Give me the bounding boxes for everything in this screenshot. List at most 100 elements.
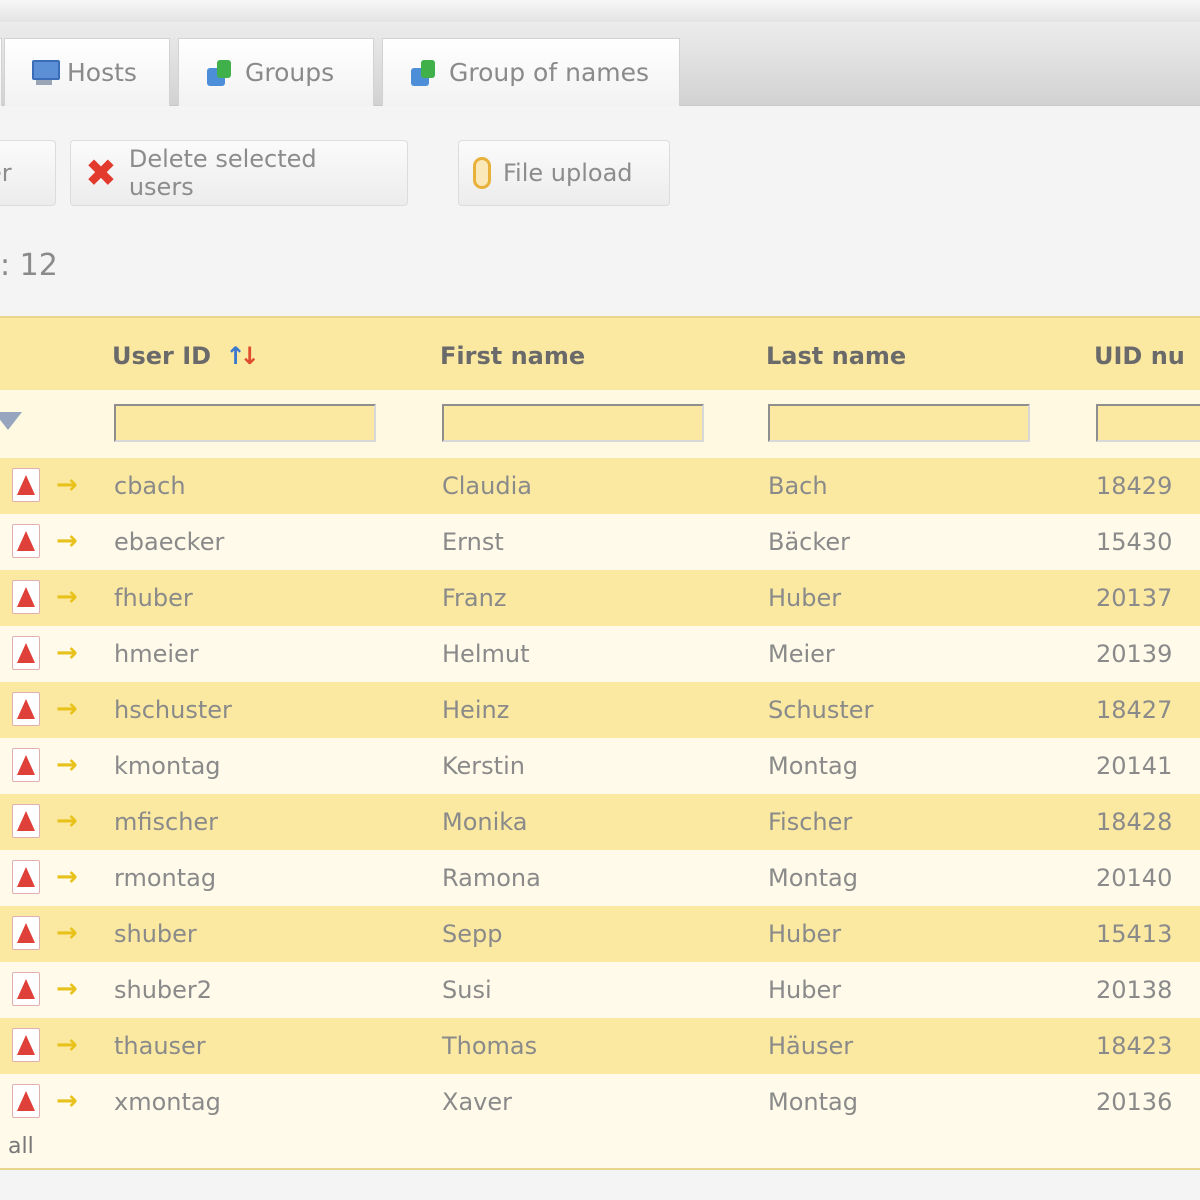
arrow-right-icon[interactable]: → — [56, 526, 78, 556]
table-header: User ID ↑↓ First name Last name UID nu — [0, 318, 1200, 390]
cell-uid-number: 20138 — [1096, 976, 1173, 1004]
pdf-icon[interactable] — [12, 1084, 40, 1118]
cell-uid-number: 20139 — [1096, 640, 1173, 668]
cell-uid-number: 20141 — [1096, 752, 1173, 780]
column-header-user-id[interactable]: User ID ↑↓ — [112, 342, 260, 370]
user-count: : 12 — [0, 248, 58, 283]
arrow-right-icon[interactable]: → — [56, 470, 78, 500]
pdf-icon[interactable] — [12, 1028, 40, 1062]
cell-first-name: Monika — [442, 808, 528, 836]
arrow-right-icon[interactable]: → — [56, 974, 78, 1004]
group-icon — [205, 58, 235, 88]
table-row[interactable]: → hschuster Heinz Schuster 18427 — [0, 682, 1200, 738]
filter-user-id-input[interactable] — [114, 404, 376, 442]
file-upload-label: File upload — [503, 159, 633, 187]
cell-first-name: Franz — [442, 584, 507, 612]
users-table: User ID ↑↓ First name Last name UID nu →… — [0, 316, 1200, 1170]
pdf-icon[interactable] — [12, 748, 40, 782]
table-row[interactable]: → rmontag Ramona Montag 20140 — [0, 850, 1200, 906]
cell-user-id: shuber — [114, 920, 197, 948]
table-row[interactable]: → fhuber Franz Huber 20137 — [0, 570, 1200, 626]
table-row[interactable]: → thauser Thomas Häuser 18423 — [0, 1018, 1200, 1074]
filter-row — [0, 390, 1200, 458]
cell-uid-number: 18423 — [1096, 1032, 1173, 1060]
delete-icon: ✖ — [85, 151, 117, 195]
cell-first-name: Claudia — [442, 472, 532, 500]
cell-last-name: Fischer — [768, 808, 853, 836]
tab-groups-label: Groups — [245, 58, 335, 87]
filter-last-name-input[interactable] — [768, 404, 1030, 442]
group-icon — [409, 58, 439, 88]
cell-user-id: cbach — [114, 472, 186, 500]
cell-first-name: Ernst — [442, 528, 504, 556]
pdf-icon[interactable] — [12, 636, 40, 670]
cell-user-id: rmontag — [114, 864, 217, 892]
column-header-first-name[interactable]: First name — [440, 342, 585, 370]
file-upload-button[interactable]: File upload — [458, 140, 670, 206]
partial-button-label: er — [0, 159, 12, 187]
pdf-icon[interactable] — [12, 804, 40, 838]
cell-first-name: Thomas — [442, 1032, 538, 1060]
arrow-right-icon[interactable]: → — [56, 638, 78, 668]
table-row[interactable]: → shuber Sepp Huber 15413 — [0, 906, 1200, 962]
cell-last-name: Bach — [768, 472, 828, 500]
cell-uid-number: 15413 — [1096, 920, 1173, 948]
cell-user-id: kmontag — [114, 752, 221, 780]
cell-user-id: hmeier — [114, 640, 199, 668]
cell-user-id: shuber2 — [114, 976, 213, 1004]
pdf-icon[interactable] — [12, 972, 40, 1006]
column-header-last-name[interactable]: Last name — [766, 342, 906, 370]
table-row[interactable]: → xmontag Xaver Montag 20136 — [0, 1074, 1200, 1130]
filter-first-name-input[interactable] — [442, 404, 704, 442]
cell-last-name: Meier — [768, 640, 835, 668]
cell-last-name: Montag — [768, 752, 858, 780]
pdf-icon[interactable] — [12, 692, 40, 726]
arrow-right-icon[interactable]: → — [56, 582, 78, 612]
arrow-right-icon[interactable]: → — [56, 918, 78, 948]
cell-first-name: Sepp — [442, 920, 503, 948]
arrow-right-icon[interactable]: → — [56, 1086, 78, 1116]
tab-groups[interactable]: Groups — [178, 38, 374, 106]
cell-first-name: Xaver — [442, 1088, 512, 1116]
cell-first-name: Helmut — [442, 640, 530, 668]
toolbar: er ✖ Delete selected users File upload :… — [0, 106, 1200, 316]
tab-hosts-label: Hosts — [67, 58, 137, 87]
arrow-right-icon[interactable]: → — [56, 750, 78, 780]
footer-all-label: all — [8, 1134, 34, 1159]
tab-partial[interactable] — [0, 38, 2, 106]
delete-button-label: Delete selected users — [128, 145, 317, 201]
table-row[interactable]: → kmontag Kerstin Montag 20141 — [0, 738, 1200, 794]
arrow-right-icon[interactable]: → — [56, 806, 78, 836]
tab-bar: Hosts Groups Group of names — [0, 22, 1200, 106]
cell-user-id: hschuster — [114, 696, 232, 724]
cell-last-name: Montag — [768, 1088, 858, 1116]
upload-icon — [473, 157, 491, 189]
arrow-right-icon[interactable]: → — [56, 862, 78, 892]
column-header-uid-number[interactable]: UID nu — [1094, 342, 1185, 370]
arrow-right-icon[interactable]: → — [56, 694, 78, 724]
cell-uid-number: 18427 — [1096, 696, 1173, 724]
cell-first-name: Ramona — [442, 864, 541, 892]
sort-icon[interactable]: ↑↓ — [225, 342, 259, 370]
cell-user-id: thauser — [114, 1032, 206, 1060]
table-row[interactable]: → cbach Claudia Bach 18429 — [0, 458, 1200, 514]
table-row[interactable]: → hmeier Helmut Meier 20139 — [0, 626, 1200, 682]
delete-selected-users-button[interactable]: ✖ Delete selected users — [70, 140, 408, 206]
pdf-icon[interactable] — [12, 916, 40, 950]
pdf-icon[interactable] — [12, 468, 40, 502]
tab-group-of-names[interactable]: Group of names — [382, 38, 680, 106]
tab-hosts[interactable]: Hosts — [4, 38, 170, 106]
table-row[interactable]: → ebaecker Ernst Bäcker 15430 — [0, 514, 1200, 570]
pdf-icon[interactable] — [12, 860, 40, 894]
table-row[interactable]: → mfischer Monika Fischer 18428 — [0, 794, 1200, 850]
partial-button[interactable]: er — [0, 140, 56, 206]
cell-first-name: Kerstin — [442, 752, 525, 780]
cell-user-id: mfischer — [114, 808, 219, 836]
top-strip — [0, 0, 1200, 22]
pdf-icon[interactable] — [12, 580, 40, 614]
arrow-right-icon[interactable]: → — [56, 1030, 78, 1060]
table-row[interactable]: → shuber2 Susi Huber 20138 — [0, 962, 1200, 1018]
filter-icon[interactable] — [0, 412, 22, 430]
filter-uid-number-input[interactable] — [1096, 404, 1200, 442]
pdf-icon[interactable] — [12, 524, 40, 558]
